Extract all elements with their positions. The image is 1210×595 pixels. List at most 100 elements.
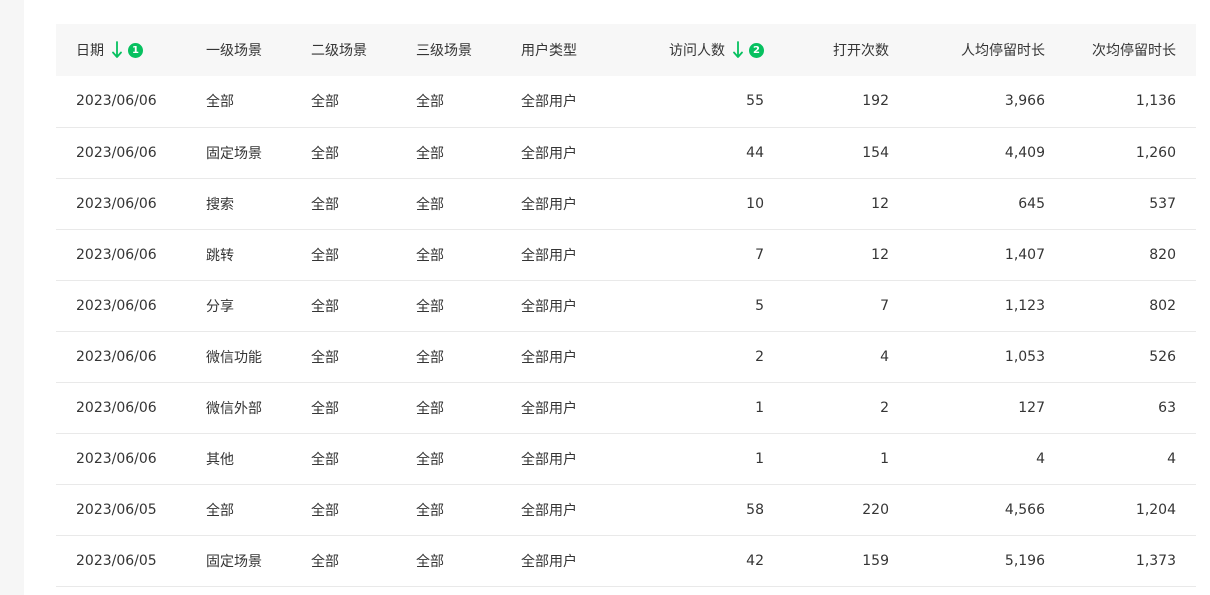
level2-scene-cell: 全部	[291, 331, 396, 383]
visitors-cell: 1	[606, 382, 784, 434]
column-header-label: 次均停留时长	[1092, 43, 1176, 59]
column-header-avg-stay-per-user[interactable]: 人均停留时长	[909, 24, 1065, 76]
avg-stay-per-visit-cell: 526	[1065, 331, 1196, 383]
table-row: 2023/06/05 全部 全部 全部 全部用户 58 220 4,566 1,204	[56, 484, 1196, 536]
scene-stats-table: 日期 1 一级场景 二级场景 三级场景 用户类型 访问人数 2 打开次数 人均停留时…	[56, 24, 1196, 587]
visitors-cell: 7	[606, 229, 784, 281]
visitors-cell: 1	[606, 433, 784, 485]
visitors-cell: 2	[606, 331, 784, 383]
avg-stay-per-user-cell: 4	[909, 433, 1065, 485]
user-type-cell: 全部用户	[501, 178, 606, 230]
arrow-down-icon[interactable]	[733, 41, 743, 59]
avg-stay-per-visit-cell: 63	[1065, 382, 1196, 434]
column-header-label: 一级场景	[206, 43, 262, 59]
table-row: 2023/06/06 跳转 全部 全部 全部用户 7 12 1,407 820	[56, 229, 1196, 281]
column-header-label: 三级场景	[416, 43, 472, 59]
level1-scene-cell: 微信功能	[186, 331, 291, 383]
avg-stay-per-user-cell: 1,053	[909, 331, 1065, 383]
column-header-avg-stay-per-visit[interactable]: 次均停留时长	[1065, 24, 1196, 76]
level3-scene-cell: 全部	[396, 280, 501, 332]
user-type-cell: 全部用户	[501, 280, 606, 332]
column-header-user-type: 用户类型	[501, 24, 606, 76]
avg-stay-per-user-cell: 4,409	[909, 127, 1065, 179]
date-cell: 2023/06/05	[56, 535, 186, 587]
level3-scene-cell: 全部	[396, 535, 501, 587]
date-cell: 2023/06/06	[56, 127, 186, 179]
open-count-cell: 7	[784, 280, 909, 332]
column-header-label: 人均停留时长	[961, 43, 1045, 59]
level3-scene-cell: 全部	[396, 178, 501, 230]
column-header-label: 日期	[76, 43, 104, 59]
open-count-cell: 159	[784, 535, 909, 587]
column-header-label: 二级场景	[311, 43, 367, 59]
level1-scene-cell: 搜索	[186, 178, 291, 230]
avg-stay-per-user-cell: 5,196	[909, 535, 1065, 587]
column-header-level3-scene: 三级场景	[396, 24, 501, 76]
avg-stay-per-user-cell: 3,966	[909, 76, 1065, 128]
avg-stay-per-visit-cell: 802	[1065, 280, 1196, 332]
level1-scene-cell: 微信外部	[186, 382, 291, 434]
column-header-date[interactable]: 日期 1	[56, 24, 186, 76]
column-header-label: 打开次数	[833, 43, 889, 59]
user-type-cell: 全部用户	[501, 382, 606, 434]
avg-stay-per-visit-cell: 4	[1065, 433, 1196, 485]
column-header-label: 用户类型	[521, 43, 577, 59]
level2-scene-cell: 全部	[291, 178, 396, 230]
column-header-open-count[interactable]: 打开次数	[784, 24, 909, 76]
column-header-visitors[interactable]: 访问人数 2	[606, 24, 784, 76]
date-cell: 2023/06/06	[56, 331, 186, 383]
avg-stay-per-user-cell: 1,407	[909, 229, 1065, 281]
table-row: 2023/06/06 分享 全部 全部 全部用户 5 7 1,123 802	[56, 280, 1196, 332]
user-type-cell: 全部用户	[501, 484, 606, 536]
arrow-down-icon[interactable]	[112, 41, 122, 59]
sort-order-badge: 2	[749, 42, 764, 58]
level3-scene-cell: 全部	[396, 484, 501, 536]
avg-stay-per-visit-cell: 1,260	[1065, 127, 1196, 179]
level2-scene-cell: 全部	[291, 484, 396, 536]
avg-stay-per-visit-cell: 537	[1065, 178, 1196, 230]
visitors-cell: 44	[606, 127, 784, 179]
level1-scene-cell: 全部	[186, 76, 291, 128]
date-cell: 2023/06/06	[56, 229, 186, 281]
open-count-cell: 4	[784, 331, 909, 383]
avg-stay-per-visit-cell: 820	[1065, 229, 1196, 281]
open-count-cell: 154	[784, 127, 909, 179]
open-count-cell: 12	[784, 229, 909, 281]
avg-stay-per-user-cell: 4,566	[909, 484, 1065, 536]
level2-scene-cell: 全部	[291, 127, 396, 179]
date-cell: 2023/06/06	[56, 433, 186, 485]
level2-scene-cell: 全部	[291, 535, 396, 587]
column-header-level2-scene: 二级场景	[291, 24, 396, 76]
open-count-cell: 12	[784, 178, 909, 230]
table-row: 2023/06/06 搜索 全部 全部 全部用户 10 12 645 537	[56, 178, 1196, 230]
visitors-cell: 5	[606, 280, 784, 332]
date-cell: 2023/06/06	[56, 280, 186, 332]
level1-scene-cell: 其他	[186, 433, 291, 485]
table-row: 2023/06/06 固定场景 全部 全部 全部用户 44 154 4,409 1,260	[56, 127, 1196, 179]
level1-scene-cell: 全部	[186, 484, 291, 536]
open-count-cell: 192	[784, 76, 909, 128]
avg-stay-per-visit-cell: 1,136	[1065, 76, 1196, 128]
user-type-cell: 全部用户	[501, 127, 606, 179]
column-header-level1-scene: 一级场景	[186, 24, 291, 76]
date-cell: 2023/06/06	[56, 76, 186, 128]
table-body: 2023/06/06 全部 全部 全部 全部用户 55 192 3,966 1,136 2023/…	[56, 76, 1196, 587]
level3-scene-cell: 全部	[396, 433, 501, 485]
level1-scene-cell: 固定场景	[186, 127, 291, 179]
open-count-cell: 2	[784, 382, 909, 434]
open-count-cell: 1	[784, 433, 909, 485]
side-panel-strip	[0, 0, 24, 595]
table-row: 2023/06/06 全部 全部 全部 全部用户 55 192 3,966 1,136	[56, 76, 1196, 128]
avg-stay-per-visit-cell: 1,204	[1065, 484, 1196, 536]
column-header-label: 访问人数	[669, 43, 725, 59]
level1-scene-cell: 固定场景	[186, 535, 291, 587]
user-type-cell: 全部用户	[501, 535, 606, 587]
level2-scene-cell: 全部	[291, 76, 396, 128]
date-cell: 2023/06/06	[56, 382, 186, 434]
level2-scene-cell: 全部	[291, 433, 396, 485]
table-row: 2023/06/06 微信功能 全部 全部 全部用户 2 4 1,053 526	[56, 331, 1196, 383]
table-row: 2023/06/05 固定场景 全部 全部 全部用户 42 159 5,196 1,373	[56, 535, 1196, 587]
table-row: 2023/06/06 其他 全部 全部 全部用户 1 1 4 4	[56, 433, 1196, 485]
table-header-row: 日期 1 一级场景 二级场景 三级场景 用户类型 访问人数 2 打开次数 人均停留时…	[56, 24, 1196, 76]
data-table-container: 日期 1 一级场景 二级场景 三级场景 用户类型 访问人数 2 打开次数 人均停留时…	[56, 24, 1196, 587]
